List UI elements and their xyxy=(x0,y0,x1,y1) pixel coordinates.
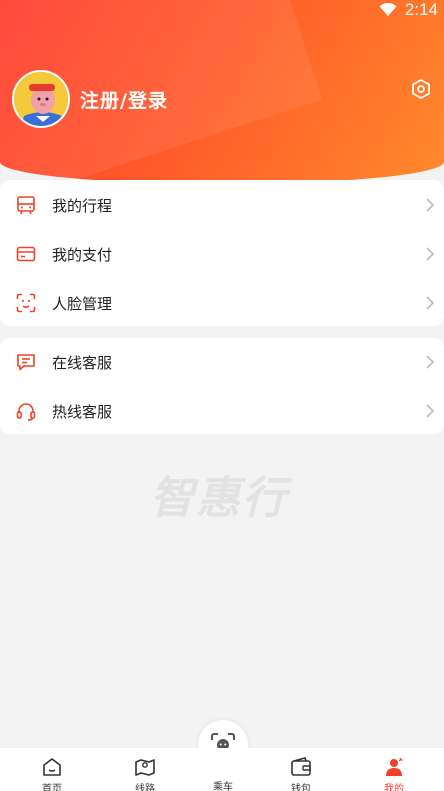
status-time: 2:14 xyxy=(404,0,438,19)
menu-item-my-trips[interactable]: 我的行程 xyxy=(0,181,444,230)
nav-label: 线路 xyxy=(135,784,155,791)
chevron-right-icon xyxy=(426,296,434,310)
nav-wallet[interactable]: 钱包 xyxy=(271,756,331,791)
menu-item-online-service[interactable]: 在线客服 xyxy=(0,338,444,387)
chevron-right-icon xyxy=(426,198,434,212)
nav-label: 我的 xyxy=(384,784,404,791)
menu-item-label: 热线客服 xyxy=(52,403,113,421)
card-icon xyxy=(16,246,36,262)
nav-home[interactable]: 首页 xyxy=(22,756,82,791)
nav-route[interactable]: 线路 xyxy=(115,756,175,791)
bottom-nav: 首页 线路 乘车 钱包 我的 xyxy=(0,748,444,791)
menu-item-label: 我的支付 xyxy=(52,246,113,264)
nav-ride[interactable]: 乘车 xyxy=(193,778,253,791)
home-icon xyxy=(43,758,61,776)
menu-group-support: 在线客服 热线客服 xyxy=(0,338,444,434)
nav-label: 乘车 xyxy=(213,782,233,791)
face-scan-icon xyxy=(16,293,36,313)
chevron-right-icon xyxy=(426,355,434,369)
login-register-link[interactable]: 注册/登录 xyxy=(80,86,168,113)
menu-group-primary: 我的行程 我的支付 人脸管理 xyxy=(0,180,444,326)
status-bar: 2:14 xyxy=(379,0,444,20)
wallet-icon xyxy=(291,757,311,776)
nav-label: 钱包 xyxy=(291,784,311,791)
avatar[interactable] xyxy=(12,70,70,128)
headset-icon xyxy=(16,403,36,421)
user-icon xyxy=(386,757,403,776)
bus-icon xyxy=(17,196,35,215)
profile-header: 2:14 注册/登录 xyxy=(0,0,444,184)
wifi-icon xyxy=(379,3,397,16)
chat-icon xyxy=(17,354,35,371)
menu-item-my-payment[interactable]: 我的支付 xyxy=(0,230,444,279)
settings-icon[interactable] xyxy=(410,78,432,100)
brand-watermark: 智惠行 xyxy=(150,473,288,524)
nav-mine[interactable]: 我的 xyxy=(364,756,424,791)
chevron-right-icon xyxy=(426,247,434,261)
nav-label: 首页 xyxy=(42,784,62,791)
menu-item-hotline-service[interactable]: 热线客服 xyxy=(0,387,444,436)
menu-item-face-management[interactable]: 人脸管理 xyxy=(0,279,444,328)
menu-item-label: 在线客服 xyxy=(52,354,113,372)
chevron-right-icon xyxy=(426,404,434,418)
menu-item-label: 我的行程 xyxy=(52,197,113,215)
avatar-image xyxy=(14,72,68,126)
menu-item-label: 人脸管理 xyxy=(52,295,113,313)
map-icon xyxy=(135,759,155,776)
